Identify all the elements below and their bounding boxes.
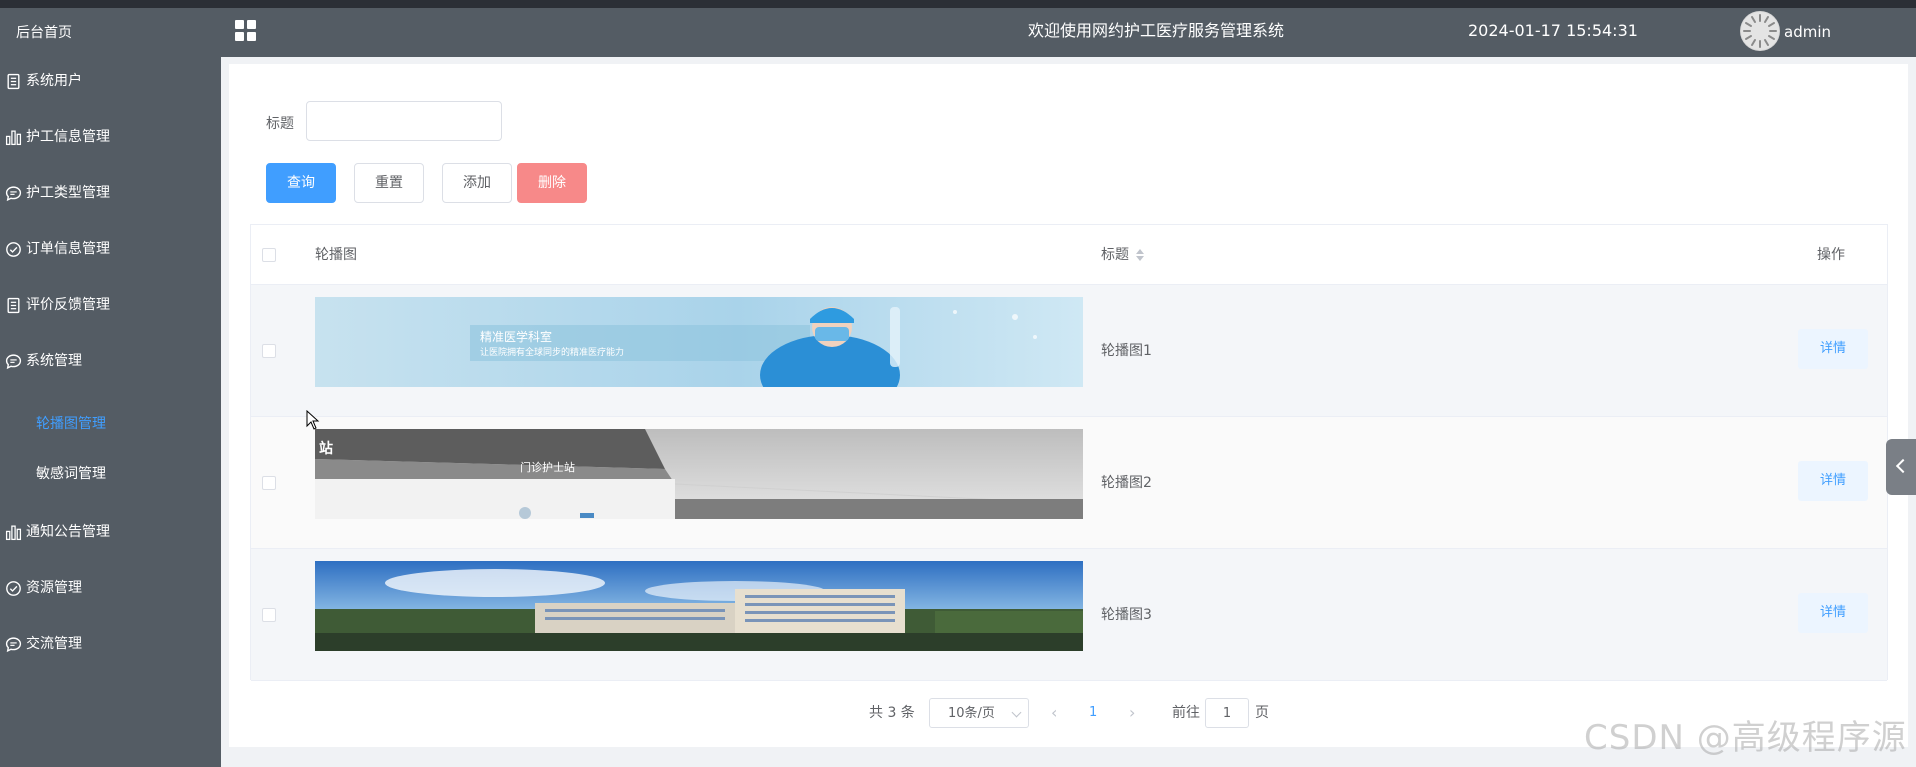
goto-page-input[interactable]: 1	[1205, 698, 1249, 728]
window-top-strip	[0, 0, 1916, 8]
table-row: 轮播图3 详情	[251, 549, 1887, 681]
chat-bubble-icon	[0, 636, 26, 653]
sidebar-item-resource[interactable]: 资源管理	[0, 560, 221, 616]
chevron-left-icon	[1895, 458, 1911, 474]
sidebar-item-label: 护工类型管理	[26, 185, 110, 201]
sidebar-item-label: 系统用户	[26, 73, 82, 89]
sidebar-item-label: 资源管理	[26, 580, 82, 596]
header-datetime: 2024-01-17 15:54:31	[1468, 21, 1638, 40]
column-header-title[interactable]: 标题	[1101, 225, 1145, 285]
reset-button[interactable]: 重置	[354, 163, 424, 203]
system-title: 欢迎使用网约护工医疗服务管理系统	[1027, 21, 1284, 40]
table-row: 精准医学科室 让医院拥有全球同步的精准医疗能力 轮播图1 详情	[251, 285, 1887, 417]
select-all-checkbox[interactable]	[262, 248, 276, 262]
header-username[interactable]: admin	[1784, 8, 1831, 56]
pagination-total: 共 3 条	[869, 705, 915, 721]
delete-button[interactable]: 删除	[517, 163, 587, 203]
sidebar-item-label: 通知公告管理	[26, 524, 110, 540]
avatar[interactable]	[1740, 11, 1780, 51]
banner-2-sign: 站	[319, 440, 333, 457]
sidebar-item-label: 护工信息管理	[26, 129, 110, 145]
mouse-cursor-icon	[306, 410, 320, 430]
sidebar-item-caregiver-info[interactable]: 护工信息管理	[0, 109, 221, 165]
table-header: 轮播图 标题 操作	[251, 225, 1887, 285]
row-title: 轮播图2	[1101, 475, 1152, 491]
sidebar-item-notice[interactable]: 通知公告管理	[0, 504, 221, 560]
detail-button[interactable]: 详情	[1798, 593, 1868, 633]
top-header: 欢迎使用网约护工医疗服务管理系统 2024-01-17 15:54:31 adm…	[221, 8, 1916, 57]
page-size-select[interactable]: 10条/页	[929, 698, 1029, 728]
row-checkbox[interactable]	[262, 608, 276, 622]
carousel-image: 站 门诊护士站	[315, 429, 1083, 519]
sidebar-item-system-users[interactable]: 系统用户	[0, 53, 221, 109]
sidebar-item-caregiver-type[interactable]: 护工类型管理	[0, 165, 221, 221]
row-checkbox[interactable]	[262, 344, 276, 358]
sidebar-item-label: 交流管理	[26, 636, 82, 652]
next-page-button[interactable]: ›	[1129, 698, 1135, 728]
filter-title-label: 标题	[266, 116, 294, 132]
banner-2-heading: 门诊护士站	[520, 460, 575, 474]
prev-page-button[interactable]: ‹	[1051, 698, 1057, 728]
row-title: 轮播图1	[1101, 343, 1152, 359]
page-unit-label: 页	[1255, 705, 1269, 721]
column-header-action: 操作	[1817, 247, 1845, 263]
check-circle-icon	[0, 241, 26, 258]
sidebar-item-label: 系统管理	[26, 353, 82, 369]
carousel-image	[315, 561, 1083, 651]
banner-1-heading: 精准医学科室	[480, 329, 552, 344]
grid-menu-icon[interactable]	[235, 20, 257, 42]
table-row: 站 门诊护士站 轮播图2 详情	[251, 417, 1887, 549]
sidebar-item-system-management[interactable]: 系统管理	[0, 333, 221, 389]
detail-button[interactable]: 详情	[1798, 461, 1868, 501]
bar-chart-icon	[0, 524, 26, 541]
query-button[interactable]: 查询	[266, 163, 336, 203]
sidebar-subitem-sensitive-words[interactable]: 敏感词管理	[0, 449, 221, 499]
document-icon	[0, 73, 26, 90]
main-panel: 标题 查询 重置 添加 删除 轮播图 标题 操作 精准医学科室 让医院拥有全球同…	[229, 64, 1908, 747]
row-title: 轮播图3	[1101, 607, 1152, 623]
carousel-image: 精准医学科室 让医院拥有全球同步的精准医疗能力	[315, 297, 1083, 387]
sort-icon[interactable]	[1135, 248, 1145, 262]
page-number-current[interactable]: 1	[1089, 698, 1097, 728]
column-header-image: 轮播图	[315, 247, 357, 263]
add-button[interactable]: 添加	[442, 163, 512, 203]
sidebar-item-feedback[interactable]: 评价反馈管理	[0, 277, 221, 333]
column-header-title-label: 标题	[1101, 247, 1129, 263]
chat-bubble-icon	[0, 185, 26, 202]
sidebar-item-label: 订单信息管理	[26, 241, 110, 257]
carousel-table: 轮播图 标题 操作 精准医学科室 让医院拥有全球同步的精准医疗能力 轮播图1 详…	[250, 224, 1888, 681]
detail-button[interactable]: 详情	[1798, 329, 1868, 369]
bar-chart-icon	[0, 129, 26, 146]
sidebar-item-order-info[interactable]: 订单信息管理	[0, 221, 221, 277]
banner-1-subheading: 让医院拥有全球同步的精准医疗能力	[480, 346, 624, 358]
row-checkbox[interactable]	[262, 476, 276, 490]
sidebar-subitem-carousel[interactable]: 轮播图管理	[0, 399, 221, 449]
page-size-value: 10条/页	[948, 706, 995, 721]
sidebar-home[interactable]: 后台首页	[0, 8, 221, 58]
title-search-input[interactable]	[306, 101, 502, 141]
goto-label: 前往	[1172, 705, 1200, 721]
document-icon	[0, 297, 26, 314]
sidebar-item-label: 评价反馈管理	[26, 297, 110, 313]
chat-bubble-icon	[0, 353, 26, 370]
check-circle-icon	[0, 580, 26, 597]
panel-collapse-button[interactable]	[1886, 439, 1916, 495]
sidebar-item-communication[interactable]: 交流管理	[0, 616, 221, 672]
chevron-down-icon	[1011, 707, 1022, 718]
sidebar: 后台首页 系统用户 护工信息管理 护工类型管理 订单信息管理 评价反馈管理 系统…	[0, 8, 221, 767]
watermark: CSDN @高级程序源	[1584, 718, 1907, 758]
